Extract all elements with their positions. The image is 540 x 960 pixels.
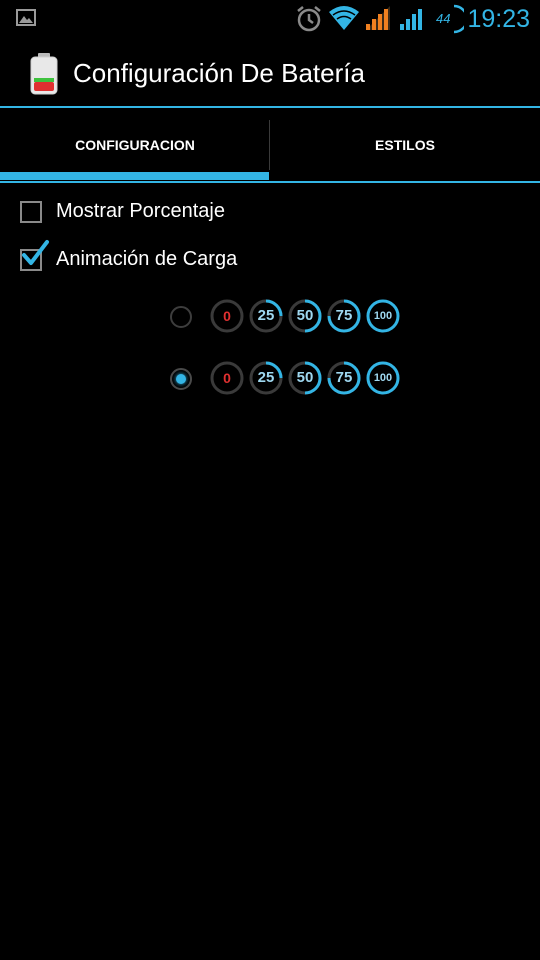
- badge-100: 100: [365, 298, 401, 334]
- data-4g-icon: 44: [432, 4, 464, 34]
- badge-0: 0: [209, 298, 245, 334]
- setting-label: Animación de Carga: [56, 248, 238, 270]
- signal-blue-icon: [400, 9, 422, 30]
- radio-button-selected[interactable]: [170, 368, 192, 390]
- status-bar: 44 19:23: [0, 0, 540, 38]
- clock: 19:23: [467, 5, 530, 33]
- alarm-icon: [297, 6, 321, 32]
- setting-animacion-de-carga[interactable]: Animación de Carga: [0, 238, 540, 284]
- badge-75: 75: [326, 298, 362, 334]
- tab-selected-indicator: [0, 172, 269, 180]
- battery-icon: [30, 53, 58, 95]
- badge-25: 25: [248, 360, 284, 396]
- badge-100: 100: [365, 360, 401, 396]
- badge-0: 0: [209, 360, 245, 396]
- checkbox-unchecked[interactable]: [20, 201, 42, 223]
- radio-dot: [176, 374, 186, 384]
- action-bar: Configuración De Batería: [0, 38, 540, 108]
- tab-label: CONFIGURACION: [75, 137, 195, 153]
- tab-configuracion[interactable]: CONFIGURACION: [0, 108, 270, 181]
- tab-estilos[interactable]: ESTILOS: [270, 108, 540, 181]
- badge-25: 25: [248, 298, 284, 334]
- gallery-icon: [16, 9, 36, 26]
- badge-50: 50: [287, 298, 323, 334]
- signal-orange-icon: [366, 6, 390, 30]
- radio-button[interactable]: [170, 306, 192, 328]
- tab-label: ESTILOS: [375, 137, 435, 153]
- wifi-icon: [329, 6, 359, 30]
- checkmark-icon: [22, 240, 49, 265]
- badge-50: 50: [287, 360, 323, 396]
- tab-bar: CONFIGURACION ESTILOS: [0, 108, 540, 183]
- style-option-2[interactable]: 0 25 50 75 100: [168, 360, 408, 402]
- style-option-1[interactable]: 0 25 50 75 100: [168, 298, 408, 340]
- network-label: 44: [436, 11, 451, 26]
- badge-75: 75: [326, 360, 362, 396]
- setting-mostrar-porcentaje[interactable]: Mostrar Porcentaje: [0, 190, 540, 236]
- setting-label: Mostrar Porcentaje: [56, 200, 225, 222]
- page-title: Configuración De Batería: [73, 58, 365, 88]
